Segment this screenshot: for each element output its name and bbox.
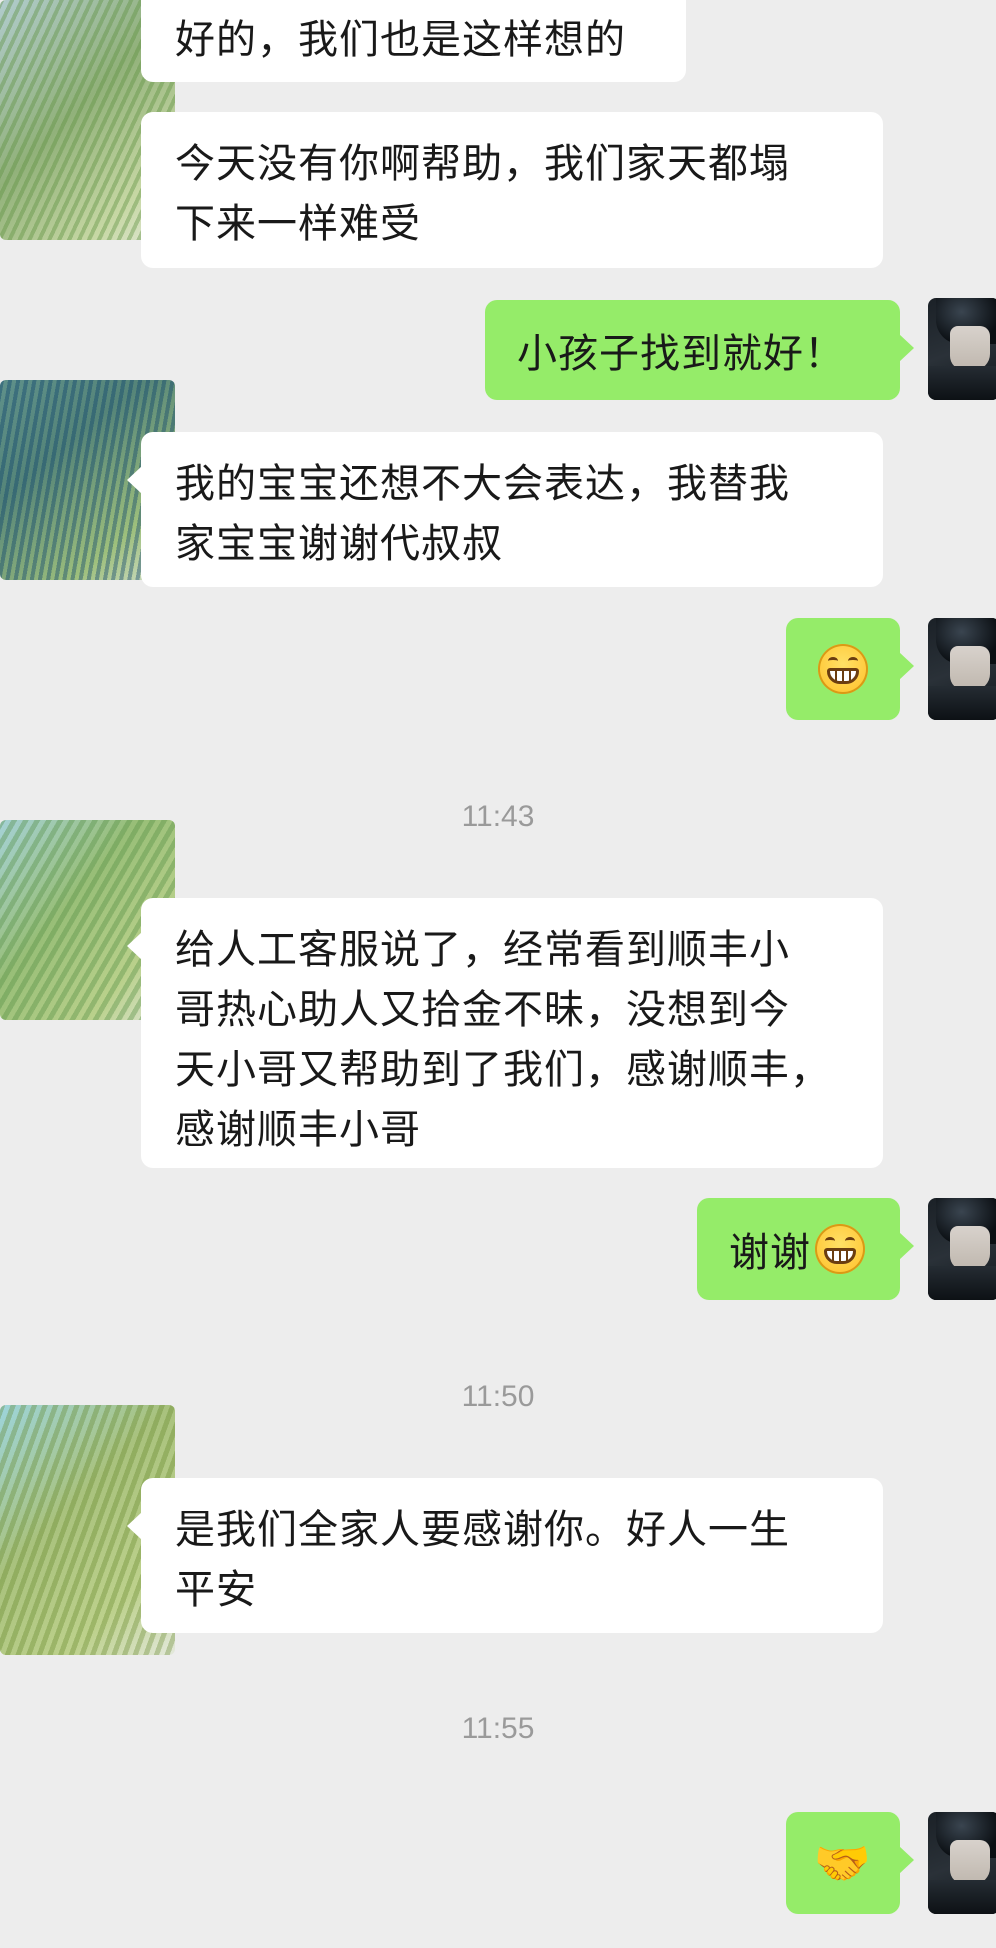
message-bubble-incoming[interactable]: 我的宝宝还想不大会表达，我替我 家宝宝谢谢代叔叔 <box>127 432 883 587</box>
message-text: 好的，我们也是这样想的 <box>175 17 626 63</box>
message-text-line: 平安 <box>175 1567 257 1613</box>
message-bubble-outgoing[interactable] <box>786 618 914 720</box>
message-text-line: 给人工客服说了，经常看到顺丰小 <box>175 927 790 973</box>
my-avatar[interactable] <box>928 298 996 400</box>
message-bubble-outgoing[interactable]: 🤝 <box>786 1812 914 1914</box>
my-avatar[interactable] <box>928 1812 996 1914</box>
message-text-line: 下来一样难受 <box>175 201 421 247</box>
message-bubble-incoming[interactable]: 好的，我们也是这样想的 <box>141 0 686 82</box>
message-text: 小孩子找到就好！ <box>517 331 845 377</box>
message-bubble-incoming[interactable]: 给人工客服说了，经常看到顺丰小 哥热心助人又拾金不昧，没想到今 天小哥又帮助到了… <box>127 898 883 1168</box>
handshake-icon: 🤝 <box>813 1836 873 1890</box>
message-text-line: 我的宝宝还想不大会表达，我替我 <box>175 461 790 507</box>
grinning-face-icon <box>815 1224 865 1274</box>
message-text-line: 哥热心助人又拾金不昧，没想到今 <box>175 987 790 1033</box>
message-bubble-outgoing[interactable]: 谢谢 <box>697 1198 914 1300</box>
my-avatar[interactable] <box>928 1198 996 1300</box>
message-text-line: 家宝宝谢谢代叔叔 <box>175 521 503 567</box>
timestamp: 11:55 <box>461 1712 535 1745</box>
message-bubble-incoming[interactable]: 今天没有你啊帮助，我们家天都塌 下来一样难受 <box>141 112 883 268</box>
message-text-line: 是我们全家人要感谢你。好人一生 <box>175 1507 790 1553</box>
message-text-line: 天小哥又帮助到了我们，感谢顺丰， <box>175 1047 831 1093</box>
my-avatar[interactable] <box>928 618 996 720</box>
message-bubble-incoming[interactable]: 是我们全家人要感谢你。好人一生 平安 <box>127 1478 883 1633</box>
message-bubble-outgoing[interactable]: 小孩子找到就好！ <box>485 300 914 400</box>
message-text-line: 感谢顺丰小哥 <box>175 1107 421 1153</box>
grinning-face-icon <box>818 644 868 694</box>
message-text: 谢谢 <box>729 1230 811 1276</box>
chat-conversation: 好的，我们也是这样想的 今天没有你啊帮助，我们家天都塌 下来一样难受 小孩子找到… <box>0 0 996 1948</box>
message-text-line: 今天没有你啊帮助，我们家天都塌 <box>175 141 790 187</box>
